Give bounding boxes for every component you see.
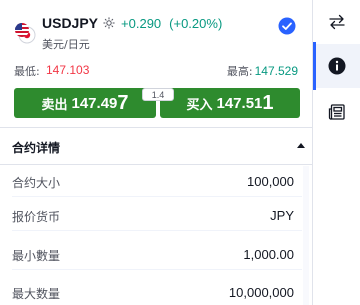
check-icon <box>278 17 296 35</box>
contract-details-title[interactable]: 合约详情 <box>12 139 60 156</box>
detail-row-max-quantity: 最大数量 10,000,000 <box>0 278 312 305</box>
symbol-details-panel: USDJPY +0.290 (+0.20%) 美元/日元 最低: 147.103… <box>0 0 312 305</box>
sell-label: 卖出 <box>41 97 68 113</box>
row-value: 1,000.00 <box>243 247 294 262</box>
row-value: JPY <box>270 208 294 223</box>
info-icon <box>328 57 346 75</box>
caret-up-icon[interactable] <box>296 141 306 149</box>
high-label: 最高: <box>226 65 253 78</box>
row-value: 10,000,000 <box>228 285 294 300</box>
price-change: +0.290 <box>121 15 162 31</box>
scrollbar[interactable] <box>303 166 309 305</box>
right-toolbar <box>312 0 360 305</box>
sell-price: 147.49 <box>71 94 118 112</box>
swap-arrows-icon <box>329 14 345 30</box>
row-label: 合约大小 <box>12 176 61 190</box>
info-button[interactable] <box>313 44 360 88</box>
swap-button[interactable] <box>313 0 360 44</box>
buy-price-pip: 1 <box>262 91 274 114</box>
row-divider <box>12 196 302 197</box>
detail-row-min-quantity: 最小數量 1,000.00 <box>0 240 312 270</box>
buy-price: 147.51 <box>216 94 263 112</box>
high-value: 147.529 <box>254 64 298 78</box>
buy-button[interactable]: 买入 147.51 1 <box>160 88 300 118</box>
section-divider <box>0 127 312 128</box>
row-label: 报价货币 <box>12 210 61 224</box>
sell-price-pip: 7 <box>117 91 129 114</box>
low-value: 147.103 <box>46 63 90 77</box>
symbol-name[interactable]: USDJPY <box>42 15 98 31</box>
active-indicator <box>313 42 316 90</box>
news-icon <box>328 104 345 120</box>
us-jp-flag-icon <box>15 23 36 44</box>
low-label: 最低: <box>14 65 40 78</box>
sun-icon <box>103 17 115 29</box>
news-button[interactable] <box>313 90 360 134</box>
high-range: 最高: 147.529 <box>227 63 298 79</box>
symbol-row: USDJPY +0.290 (+0.20%) <box>42 14 222 32</box>
row-label: 最大数量 <box>12 287 61 301</box>
price-change-percent: (+0.20%) <box>169 15 223 31</box>
section-divider <box>0 164 312 165</box>
detail-row-quote-currency: 报价货币 JPY <box>0 201 312 231</box>
row-divider <box>12 269 302 270</box>
detail-row-contract-size: 合约大小 100,000 <box>0 167 312 197</box>
row-divider <box>12 230 302 231</box>
row-label: 最小數量 <box>12 249 61 263</box>
sell-button[interactable]: 卖出 147.49 7 <box>14 88 156 118</box>
row-value: 100,000 <box>247 174 294 189</box>
symbol-description: 美元/日元 <box>42 38 90 51</box>
buy-label: 买入 <box>186 97 213 113</box>
spread-badge: 1.4 <box>142 88 174 101</box>
